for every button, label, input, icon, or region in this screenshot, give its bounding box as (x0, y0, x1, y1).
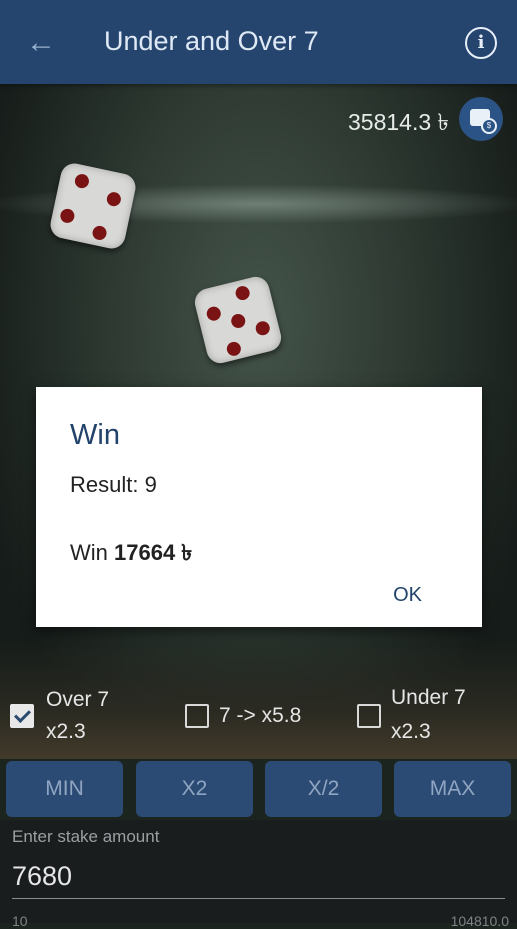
die-pip (105, 190, 123, 208)
seven-label: 7 -> x5.8 (219, 704, 302, 727)
over-7-multiplier: x2.3 (46, 720, 86, 743)
over-7-checkbox[interactable] (10, 704, 34, 728)
min-stake-hint: 10 (12, 913, 28, 929)
over-7-label: Over 7 (46, 688, 110, 711)
ok-button[interactable]: OK (393, 584, 422, 607)
max-stake-hint: 104810.0 (450, 913, 509, 929)
die-pip (91, 224, 108, 242)
wallet-icon[interactable]: $ (459, 97, 503, 141)
stake-input[interactable]: 7680 (12, 861, 72, 892)
die-pip (234, 284, 252, 302)
die-pip (205, 305, 223, 323)
die-1 (47, 160, 139, 252)
back-arrow-icon[interactable]: ← (26, 28, 56, 58)
info-icon[interactable]: i (465, 27, 497, 59)
die-pip (59, 207, 76, 225)
under-7-multiplier: x2.3 (391, 720, 431, 743)
seven-checkbox[interactable] (185, 704, 209, 728)
stake-field-label: Enter stake amount (12, 827, 160, 846)
half-button[interactable]: X/2 (265, 761, 382, 817)
dialog-win-label: Win (70, 540, 108, 565)
dialog-title: Win (70, 419, 120, 451)
app-bar: ← Under and Over 7 i (0, 0, 517, 84)
wallet-badge: $ (481, 118, 497, 134)
max-button[interactable]: MAX (394, 761, 511, 817)
stake-input-underline (12, 898, 505, 899)
balance-amount: 35814.3 ৳ (348, 109, 449, 135)
die-pip (229, 312, 247, 330)
dialog-win-line: Win 17664 ৳ (70, 536, 192, 573)
x2-button[interactable]: X2 (136, 761, 253, 817)
under-7-checkbox[interactable] (357, 704, 381, 728)
min-button[interactable]: MIN (6, 761, 123, 817)
die-pip (73, 172, 91, 190)
under-7-label: Under 7 (391, 686, 466, 709)
die-pip (225, 340, 243, 358)
stake-buttons: MIN X2 X/2 MAX (0, 759, 517, 821)
dialog-win-amount: 17664 ৳ (114, 540, 193, 565)
bet-options: Over 7 x2.3 7 -> x5.8 Under 7 x2.3 (0, 680, 517, 750)
die-pip (254, 319, 272, 337)
win-dialog: Win Result: 9 Win 17664 ৳ OK (36, 387, 482, 627)
dialog-result: Result: 9 (70, 472, 157, 497)
page-title: Under and Over 7 (104, 26, 319, 56)
